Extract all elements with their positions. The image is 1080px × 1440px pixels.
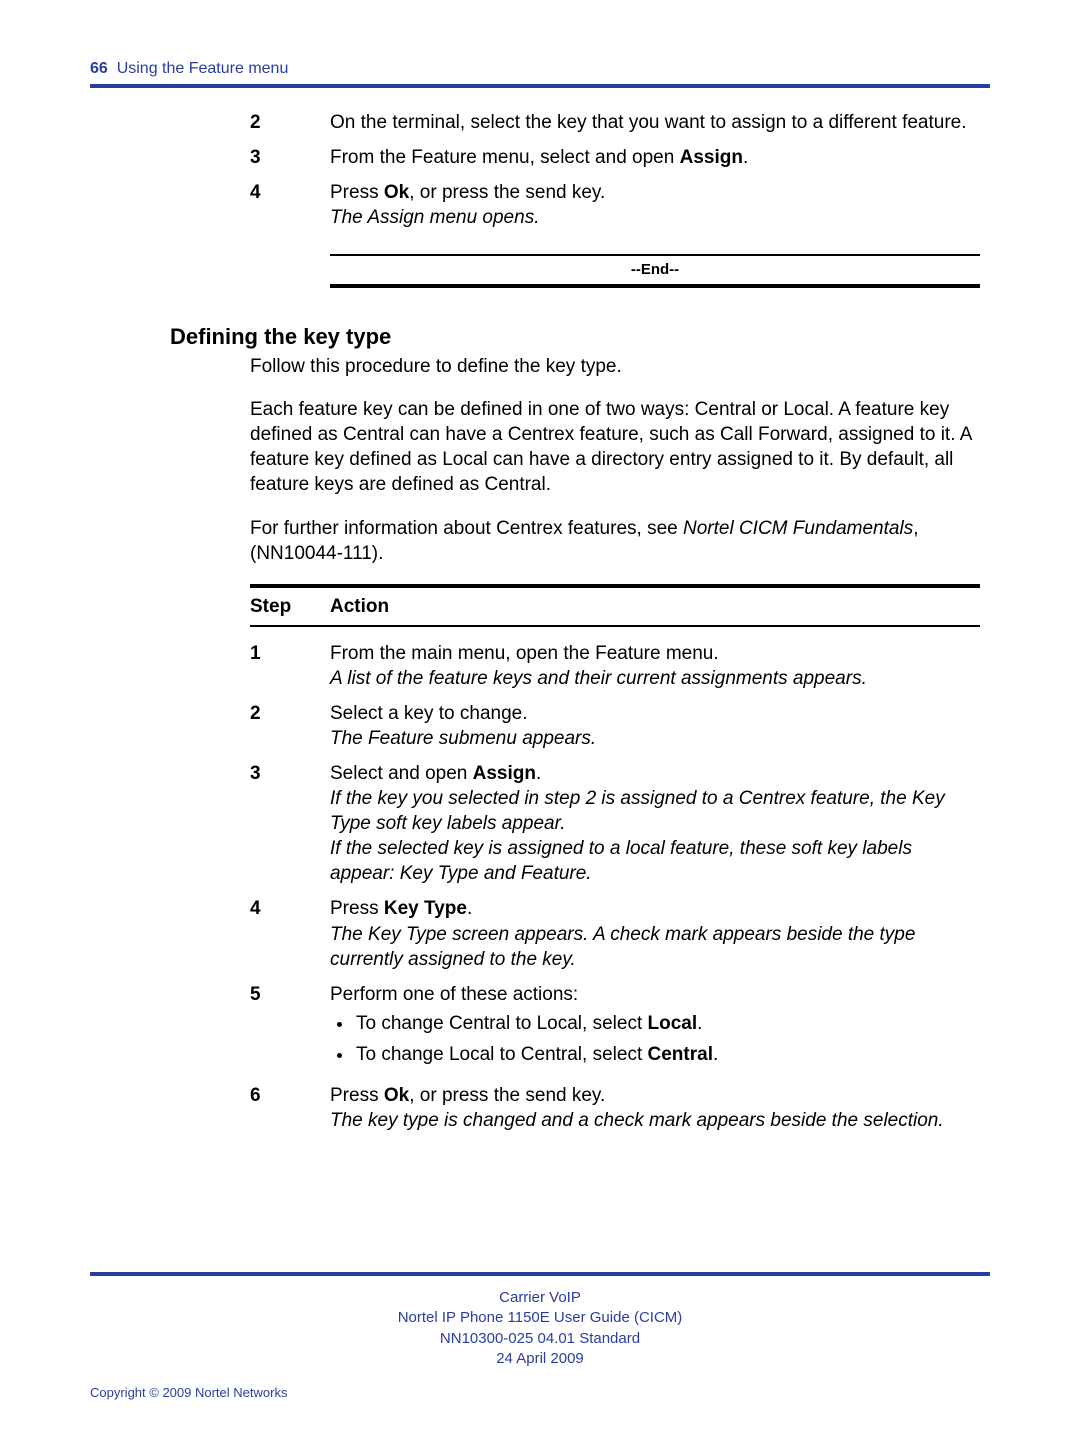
text: To change Local to Central, select [356, 1044, 648, 1065]
top-step-4: 4 Press Ok, or press the send key. The A… [250, 180, 980, 230]
end-label: --End-- [330, 256, 980, 284]
step-number: 2 [250, 110, 330, 135]
text: Perform one of these actions: [330, 984, 578, 1005]
footer-rule [90, 1272, 990, 1276]
bullet-list: To change Central to Local, select Local… [330, 1011, 980, 1067]
section-title: Using the Feature menu [117, 60, 289, 77]
text: Select and open [330, 763, 473, 784]
text: Select a key to change. [330, 703, 528, 724]
table-row: 1 From the main menu, open the Feature m… [250, 641, 980, 691]
step-number: 5 [250, 982, 330, 1073]
step-table-header: Step Action [250, 584, 980, 627]
text: Press [330, 898, 384, 919]
table-row: 6 Press Ok, or press the send key. The k… [250, 1083, 980, 1133]
top-step-2: 2 On the terminal, select the key that y… [250, 110, 980, 135]
text: . [536, 763, 541, 784]
step-number: 3 [250, 761, 330, 886]
footer-line: NN10300-025 04.01 Standard [440, 1330, 640, 1347]
italic-text: The key type is changed and a check mark… [330, 1110, 944, 1131]
table-row: 4 Press Key Type. The Key Type screen ap… [250, 896, 980, 971]
step-body: Press Key Type. The Key Type screen appe… [330, 896, 980, 971]
bold-text: Central [648, 1044, 713, 1065]
text: . [467, 898, 472, 919]
text: , or press the send key. [409, 1085, 605, 1106]
step-number: 1 [250, 641, 330, 691]
table-row: 5 Perform one of these actions: To chang… [250, 982, 980, 1073]
italic-text: Nortel CICM Fundamentals [683, 518, 913, 539]
footer-line: Nortel IP Phone 1150E User Guide (CICM) [398, 1309, 683, 1326]
footer-text: Carrier VoIP Nortel IP Phone 1150E User … [90, 1288, 990, 1369]
text: From the Feature menu, select and open [330, 147, 680, 168]
paragraph: For further information about Centrex fe… [250, 516, 980, 566]
bold-text: Key Type [384, 898, 467, 919]
bold-text: Ok [384, 1085, 409, 1106]
step-body: Select and open Assign. If the key you s… [330, 761, 980, 886]
text: . [697, 1013, 702, 1034]
step-body: From the main menu, open the Feature men… [330, 641, 980, 691]
list-item: To change Local to Central, select Centr… [354, 1042, 980, 1067]
text: , or press the send key. [409, 182, 605, 203]
table-row: 3 Select and open Assign. If the key you… [250, 761, 980, 886]
col-header-action: Action [330, 594, 389, 619]
top-step-3: 3 From the Feature menu, select and open… [250, 145, 980, 170]
step-body: Perform one of these actions: To change … [330, 982, 980, 1073]
bold-text: Ok [384, 182, 409, 203]
step-body: Press Ok, or press the send key. The key… [330, 1083, 980, 1133]
footer-line: Carrier VoIP [499, 1289, 581, 1306]
page-footer: Carrier VoIP Nortel IP Phone 1150E User … [90, 1232, 990, 1400]
text: For further information about Centrex fe… [250, 518, 683, 539]
paragraph: Each feature key can be defined in one o… [250, 397, 980, 497]
table-row: 2 Select a key to change. The Feature su… [250, 701, 980, 751]
step-number: 3 [250, 145, 330, 170]
step-body: Select a key to change. The Feature subm… [330, 701, 980, 751]
header-rule [90, 84, 990, 88]
text: Press [330, 1085, 384, 1106]
italic-text: The Assign menu opens. [330, 207, 539, 228]
step-body: On the terminal, select the key that you… [330, 110, 980, 135]
bold-text: Assign [680, 147, 743, 168]
text: . [743, 147, 748, 168]
italic-text: A list of the feature keys and their cur… [330, 668, 867, 689]
list-item: To change Central to Local, select Local… [354, 1011, 980, 1036]
bold-text: Assign [473, 763, 536, 784]
footer-line: 24 April 2009 [496, 1350, 584, 1367]
text: To change Central to Local, select [356, 1013, 648, 1034]
italic-text: The Feature submenu appears. [330, 728, 596, 749]
italic-text: If the selected key is assigned to a loc… [330, 838, 912, 884]
divider [330, 284, 980, 288]
text: From the main menu, open the Feature men… [330, 643, 719, 664]
italic-text: If the key you selected in step 2 is ass… [330, 788, 945, 834]
page-number: 66 [90, 60, 108, 77]
step-number: 4 [250, 180, 330, 230]
page-header: 66 Using the Feature menu [90, 60, 990, 84]
paragraph: Follow this procedure to define the key … [250, 354, 980, 379]
col-header-step: Step [250, 594, 330, 619]
italic-text: The Key Type screen appears. A check mar… [330, 924, 915, 970]
bold-text: Local [648, 1013, 698, 1034]
text: . [713, 1044, 718, 1065]
section-heading: Defining the key type [170, 324, 990, 350]
step-body: Press Ok, or press the send key. The Ass… [330, 180, 980, 230]
step-number: 6 [250, 1083, 330, 1133]
step-body: From the Feature menu, select and open A… [330, 145, 980, 170]
step-number: 4 [250, 896, 330, 971]
text: Press [330, 182, 384, 203]
step-number: 2 [250, 701, 330, 751]
copyright: Copyright © 2009 Nortel Networks [90, 1385, 990, 1400]
